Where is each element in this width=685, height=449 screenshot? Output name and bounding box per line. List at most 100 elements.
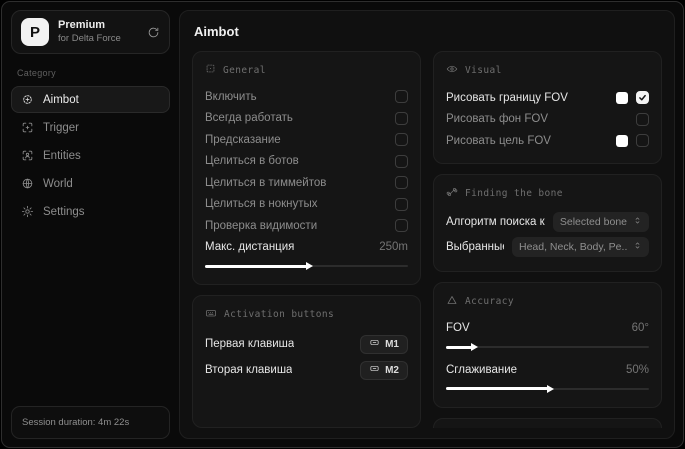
keycap-icon: [369, 363, 380, 377]
first-key-row: Первая клавиша M1: [205, 331, 408, 357]
draw-fov-target-row: Рисовать цель FOV: [446, 130, 649, 152]
setting-label: Включить: [205, 90, 257, 103]
right-column: Visual Рисовать границу FOV Рисовать фон…: [433, 51, 662, 428]
selected-bones-value: Head, Neck, Body, Pe..: [519, 241, 627, 253]
activation-buttons-panel: Activation buttons Первая клавиша M1 Вто…: [192, 295, 421, 428]
activation-panel-header: Activation buttons: [205, 307, 408, 322]
triangle-icon: [446, 294, 458, 309]
controls-group: [616, 134, 649, 148]
sidebar-item-label: Settings: [43, 205, 85, 218]
second-key-value: M2: [385, 364, 399, 376]
fov-value: 60°: [631, 322, 649, 335]
draw-fov-target-label: Рисовать цель FOV: [446, 134, 551, 147]
draw-fov-bg-checkbox[interactable]: [636, 112, 649, 126]
eye-icon: [446, 63, 458, 78]
page-title: Aimbot: [194, 24, 239, 39]
target-bots-checkbox[interactable]: [395, 154, 408, 168]
sidebar-nav: Aimbot Trigger Entities World Settings: [11, 86, 170, 225]
fov-target-color-swatch[interactable]: [616, 134, 628, 147]
panel-header-label: Finding the bone: [465, 187, 563, 199]
session-duration: Session duration: 4m 22s: [11, 406, 170, 439]
setting-label: Проверка видимости: [205, 219, 318, 232]
sidebar: P Premium for Delta Force Category Aimbo…: [2, 2, 179, 447]
slider-fill: [205, 262, 312, 270]
session-duration-text: Session duration: 4m 22s: [22, 417, 130, 428]
premium-title: Premium: [58, 19, 106, 32]
keyboard-icon: [205, 307, 217, 322]
bone-algorithm-label: Алгоритм поиска кост: [446, 216, 545, 228]
setting-label: Целиться в тиммейтов: [205, 176, 327, 189]
smoothing-value: 50%: [625, 363, 649, 376]
controls-group: [616, 91, 649, 105]
bone-algorithm-row: Алгоритм поиска кост Selected bone: [446, 210, 649, 235]
globe-icon: [21, 177, 34, 190]
fov-border-color-swatch[interactable]: [616, 91, 628, 104]
setting-row-target-teammates: Целиться в тиммейтов: [205, 172, 408, 194]
smoothing-label: Сглаживание: [446, 363, 518, 376]
fov-slider[interactable]: [446, 342, 649, 352]
draw-fov-bg-label: Рисовать фон FOV: [446, 113, 548, 126]
enable-checkbox[interactable]: [395, 90, 408, 104]
premium-card: P Premium for Delta Force: [11, 10, 170, 54]
draw-fov-target-checkbox[interactable]: [636, 134, 649, 148]
premium-meta: Premium for Delta Force: [58, 19, 138, 45]
first-key-value: M1: [385, 338, 399, 350]
second-key-row: Вторая клавиша M2: [205, 357, 408, 383]
panel-columns: General Включить Всегда работать Предска…: [192, 51, 662, 428]
draw-fov-bg-row: Рисовать фон FOV: [446, 109, 649, 131]
panel-header-label: Visual: [465, 65, 502, 76]
always-work-checkbox[interactable]: [395, 111, 408, 125]
bone-algorithm-select[interactable]: Selected bone: [552, 212, 649, 232]
second-key-button[interactable]: M2: [360, 360, 408, 380]
visual-panel: Visual Рисовать границу FOV Рисовать фон…: [433, 51, 662, 164]
panel-header-label: Accuracy: [465, 295, 514, 307]
first-key-button[interactable]: M1: [360, 334, 408, 354]
target-teammates-checkbox[interactable]: [395, 176, 408, 190]
left-column: General Включить Всегда работать Предска…: [192, 51, 421, 428]
scan-square-icon: [205, 63, 216, 77]
sidebar-item-trigger[interactable]: Trigger: [11, 114, 170, 141]
app-window: P Premium for Delta Force Category Aimbo…: [1, 1, 684, 448]
first-key-label: Первая клавиша: [205, 338, 295, 350]
setting-row-visibility-check: Проверка видимости: [205, 215, 408, 237]
category-label: Category: [17, 68, 56, 78]
selected-bones-label: Выбранные кос: [446, 241, 504, 253]
second-key-label: Вторая клавиша: [205, 364, 293, 376]
sidebar-item-label: Aimbot: [43, 93, 79, 106]
sidebar-item-aimbot[interactable]: Aimbot: [11, 86, 170, 113]
setting-label: Целиться в ботов: [205, 155, 299, 168]
keycap-icon: [369, 337, 380, 351]
finding-bone-panel: Finding the bone Алгоритм поиска кост Se…: [433, 173, 662, 272]
max-distance-label: Макс. дистанция: [205, 241, 295, 254]
max-distance-row: Макс. дистанция 250m: [205, 237, 408, 259]
setting-label: Целиться в нокнутых: [205, 198, 318, 211]
panel-header-label: General: [223, 64, 266, 76]
smoothing-row: Сглаживание 50%: [446, 359, 649, 381]
bone-panel-header: Finding the bone: [446, 186, 649, 201]
target-knocked-checkbox[interactable]: [395, 197, 408, 211]
setting-row-prediction: Предсказание: [205, 129, 408, 151]
max-distance-slider[interactable]: [205, 261, 408, 271]
bone-algorithm-value: Selected bone: [559, 216, 627, 228]
crosshair-icon: [21, 93, 34, 106]
general-panel: General Включить Всегда работать Предска…: [192, 51, 421, 285]
setting-row-target-bots: Целиться в ботов: [205, 151, 408, 173]
prediction-checkbox[interactable]: [395, 133, 408, 147]
sidebar-item-world[interactable]: World: [11, 170, 170, 197]
setting-row-always-work: Всегда работать: [205, 108, 408, 130]
sidebar-item-entities[interactable]: Entities: [11, 142, 170, 169]
visibility-check-checkbox[interactable]: [395, 219, 408, 233]
draw-fov-border-label: Рисовать границу FOV: [446, 91, 568, 104]
entities-icon: [21, 149, 34, 162]
smoothing-slider[interactable]: [446, 384, 649, 394]
max-distance-value: 250m: [379, 241, 408, 254]
setting-label: Всегда работать: [205, 112, 293, 125]
unfold-icon: [633, 241, 642, 253]
refresh-icon[interactable]: [147, 26, 160, 39]
slider-fill: [446, 343, 479, 351]
draw-fov-border-checkbox[interactable]: [636, 91, 649, 105]
sidebar-item-settings[interactable]: Settings: [11, 198, 170, 225]
selected-bones-select[interactable]: Head, Neck, Body, Pe..: [512, 237, 649, 257]
fov-label: FOV: [446, 322, 470, 335]
